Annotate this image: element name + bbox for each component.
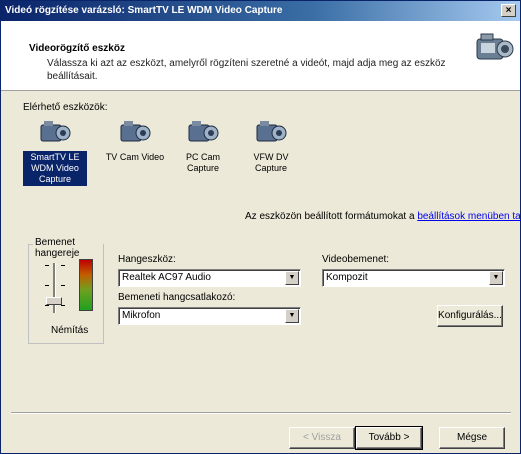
audio-device-label: Hangeszköz: [118,254,176,265]
dropdown-arrow-icon[interactable]: ▼ [285,309,299,323]
volume-slider-track[interactable] [53,263,56,313]
mute-label: Némítás [51,325,89,336]
video-input-select[interactable]: Kompozit ▼ [322,269,505,287]
slider-tick [61,265,65,266]
device-item-smarttv[interactable]: SmartTV LE WDM Video Capture [23,117,87,186]
slider-tick [45,265,49,266]
header-title: Videorögzítő eszköz [29,43,125,54]
slider-tick [45,305,49,306]
volume-level-meter [79,259,93,311]
input-volume-group: Bemenet hangereje Némítás [28,237,104,344]
capture-device-icon [120,121,151,142]
footer-separator [11,412,511,414]
device-name: TV Cam Video [105,152,165,162]
capture-device-icon [256,121,287,142]
wizard-window: Videó rögzítése varázsló: SmartTV LE WDM… [0,0,521,454]
configure-button[interactable]: Konfigurálás... [437,305,503,327]
close-icon: × [505,5,512,16]
back-button[interactable]: < Vissza [289,427,355,449]
capture-device-icon [188,121,219,142]
settings-link[interactable]: beállítások menüben találja [417,211,521,222]
info-row: Az eszközön beállított formátumokat a be… [245,211,521,222]
device-name: VFW DV Capture [253,152,289,173]
next-button[interactable]: Tovább > [355,426,423,450]
device-name: SmartTV LE WDM Video Capture [23,151,87,186]
audio-device-select[interactable]: Realtek AC97 Audio ▼ [118,269,301,287]
header-description: Válassza ki azt az eszközt, amelyről rög… [47,58,446,82]
device-name: PC Cam Capture [185,152,220,173]
close-button[interactable]: × [501,4,516,17]
title-bar[interactable]: Videó rögzítése varázsló: SmartTV LE WDM… [1,1,520,21]
device-item-tvcam[interactable]: TV Cam Video [103,117,167,164]
audio-input-value: Mikrofon [122,310,161,321]
audio-input-select[interactable]: Mikrofon ▼ [118,307,301,325]
audio-device-value: Realtek AC97 Audio [122,272,211,283]
slider-tick [61,285,65,286]
camcorder-icon [476,33,514,60]
devices-label: Elérhető eszközök: [23,102,108,113]
wizard-header: Videorögzítő eszköz Válassza ki azt az e… [1,21,520,91]
device-list: SmartTV LE WDM Video Capture TV Cam Vide… [23,117,343,199]
slider-tick [61,305,65,306]
capture-device-icon [40,121,71,142]
slider-tick [45,285,49,286]
video-input-label: Videobemenet: [322,254,390,265]
volume-group-title: Bemenet hangereje [33,237,103,259]
device-item-vfw[interactable]: VFW DV Capture [239,117,303,175]
dropdown-arrow-icon[interactable]: ▼ [285,271,299,285]
info-text: Az eszközön beállított formátumokat a [245,211,415,222]
video-input-value: Kompozit [326,272,368,283]
volume-slider-thumb[interactable] [46,297,62,305]
audio-input-label: Bemeneti hangcsatlakozó: [118,292,236,303]
device-item-pccam[interactable]: PC Cam Capture [171,117,235,175]
window-title: Videó rögzítése varázsló: SmartTV LE WDM… [5,5,283,16]
cancel-button[interactable]: Mégse [439,427,505,449]
dropdown-arrow-icon[interactable]: ▼ [489,271,503,285]
